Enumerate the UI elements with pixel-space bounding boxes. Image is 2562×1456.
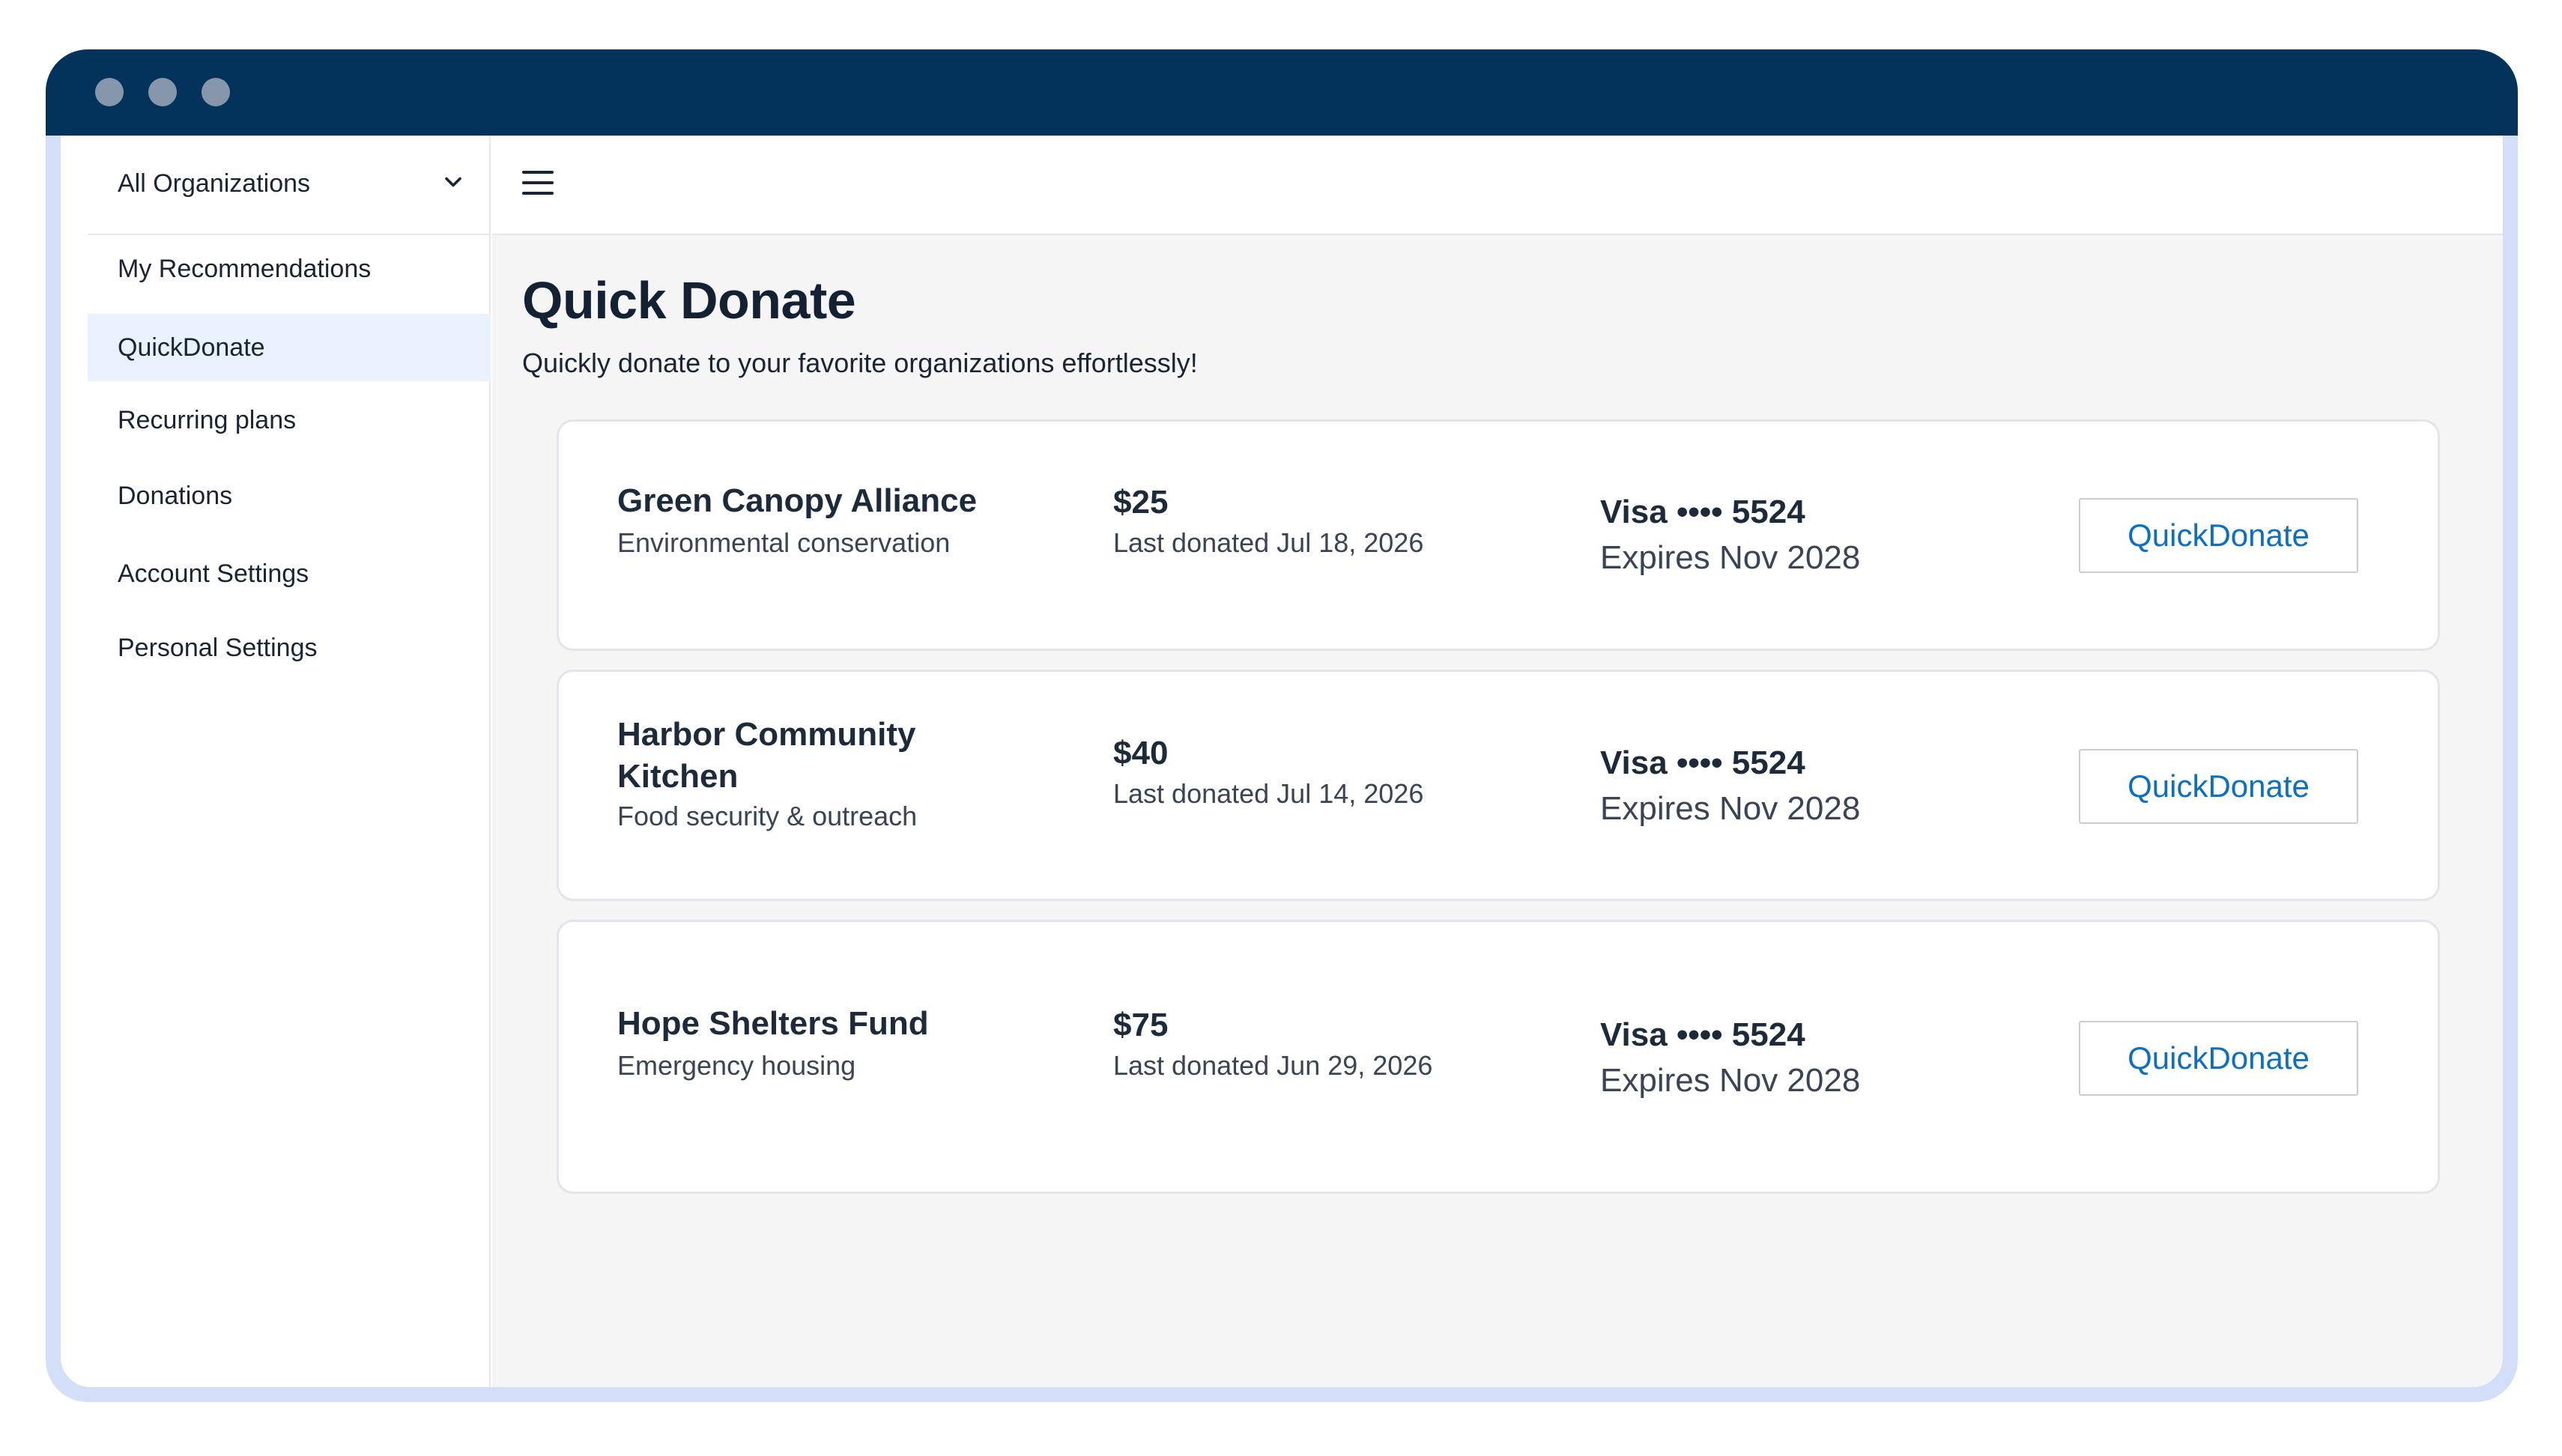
sidebar-item-label: Personal Settings (118, 634, 318, 662)
app-window: All Organizations My Recommendations Qui… (46, 49, 2518, 1402)
sidebar-item-my-recommendations[interactable]: My Recommendations (88, 235, 491, 303)
donation-card: Harbor Community Kitchen Food security &… (557, 670, 2440, 901)
sidebar-item-label: Recurring plans (118, 406, 297, 434)
organization-name: Hope Shelters Fund (617, 1005, 929, 1042)
chevron-down-icon (445, 177, 461, 187)
sidebar-item-quickdonate[interactable]: QuickDonate (88, 314, 491, 381)
card-expiry: Expires Nov 2028 (1600, 790, 1861, 827)
payment-card: Visa •••• 5524 (1600, 744, 1805, 781)
sidebar-item-label: Account Settings (118, 559, 309, 588)
app-content: All Organizations My Recommendations Qui… (61, 136, 2503, 1387)
quickdonate-button[interactable]: QuickDonate (2079, 1021, 2358, 1096)
payment-card: Visa •••• 5524 (1600, 494, 1805, 530)
organization-category: Emergency housing (617, 1050, 856, 1081)
donation-card: Hope Shelters Fund Emergency housing $75… (557, 920, 2440, 1194)
sidebar-item-recurring-plans[interactable]: Recurring plans (88, 386, 491, 454)
window-close-dot[interactable] (95, 78, 124, 106)
last-donated: Last donated Jul 14, 2026 (1113, 778, 1424, 809)
hamburger-menu-icon[interactable] (522, 171, 554, 198)
sidebar-item-label: My Recommendations (118, 255, 372, 283)
page-title: Quick Donate (522, 271, 856, 330)
sidebar-item-donations[interactable]: Donations (88, 462, 491, 530)
organization-name: Harbor Community Kitchen (617, 716, 916, 795)
organization-name: Green Canopy Alliance (617, 482, 978, 519)
donation-amount: $40 (1113, 735, 1169, 771)
card-expiry: Expires Nov 2028 (1600, 539, 1861, 576)
window-minimize-dot[interactable] (148, 78, 177, 106)
donation-amount: $75 (1113, 1007, 1169, 1043)
sidebar-item-personal-settings[interactable]: Personal Settings (88, 614, 491, 682)
organization-select-value: All Organizations (118, 169, 311, 198)
card-expiry: Expires Nov 2028 (1600, 1062, 1861, 1099)
organization-category: Food security & outreach (617, 801, 918, 831)
quickdonate-button[interactable]: QuickDonate (2079, 498, 2358, 573)
quickdonate-button[interactable]: QuickDonate (2079, 749, 2358, 824)
last-donated: Last donated Jun 29, 2026 (1113, 1050, 1433, 1081)
payment-card: Visa •••• 5524 (1600, 1016, 1805, 1053)
organization-category: Environmental conservation (617, 527, 951, 558)
organization-select[interactable]: All Organizations (88, 136, 491, 235)
last-donated: Last donated Jul 18, 2026 (1113, 527, 1424, 558)
donation-card: Green Canopy Alliance Environmental cons… (557, 419, 2440, 651)
sidebar-item-label: Donations (118, 482, 233, 510)
title-bar (46, 49, 2518, 136)
top-bar (492, 136, 2503, 235)
sidebar-item-account-settings[interactable]: Account Settings (88, 540, 491, 607)
page-subtitle: Quickly donate to your favorite organiza… (522, 348, 1198, 378)
sidebar: All Organizations My Recommendations Qui… (61, 136, 491, 1387)
main-content: Quick Donate Quickly donate to your favo… (492, 136, 2503, 1387)
donation-amount: $25 (1113, 484, 1169, 521)
sidebar-item-label: QuickDonate (118, 333, 265, 362)
window-maximize-dot[interactable] (202, 78, 230, 106)
